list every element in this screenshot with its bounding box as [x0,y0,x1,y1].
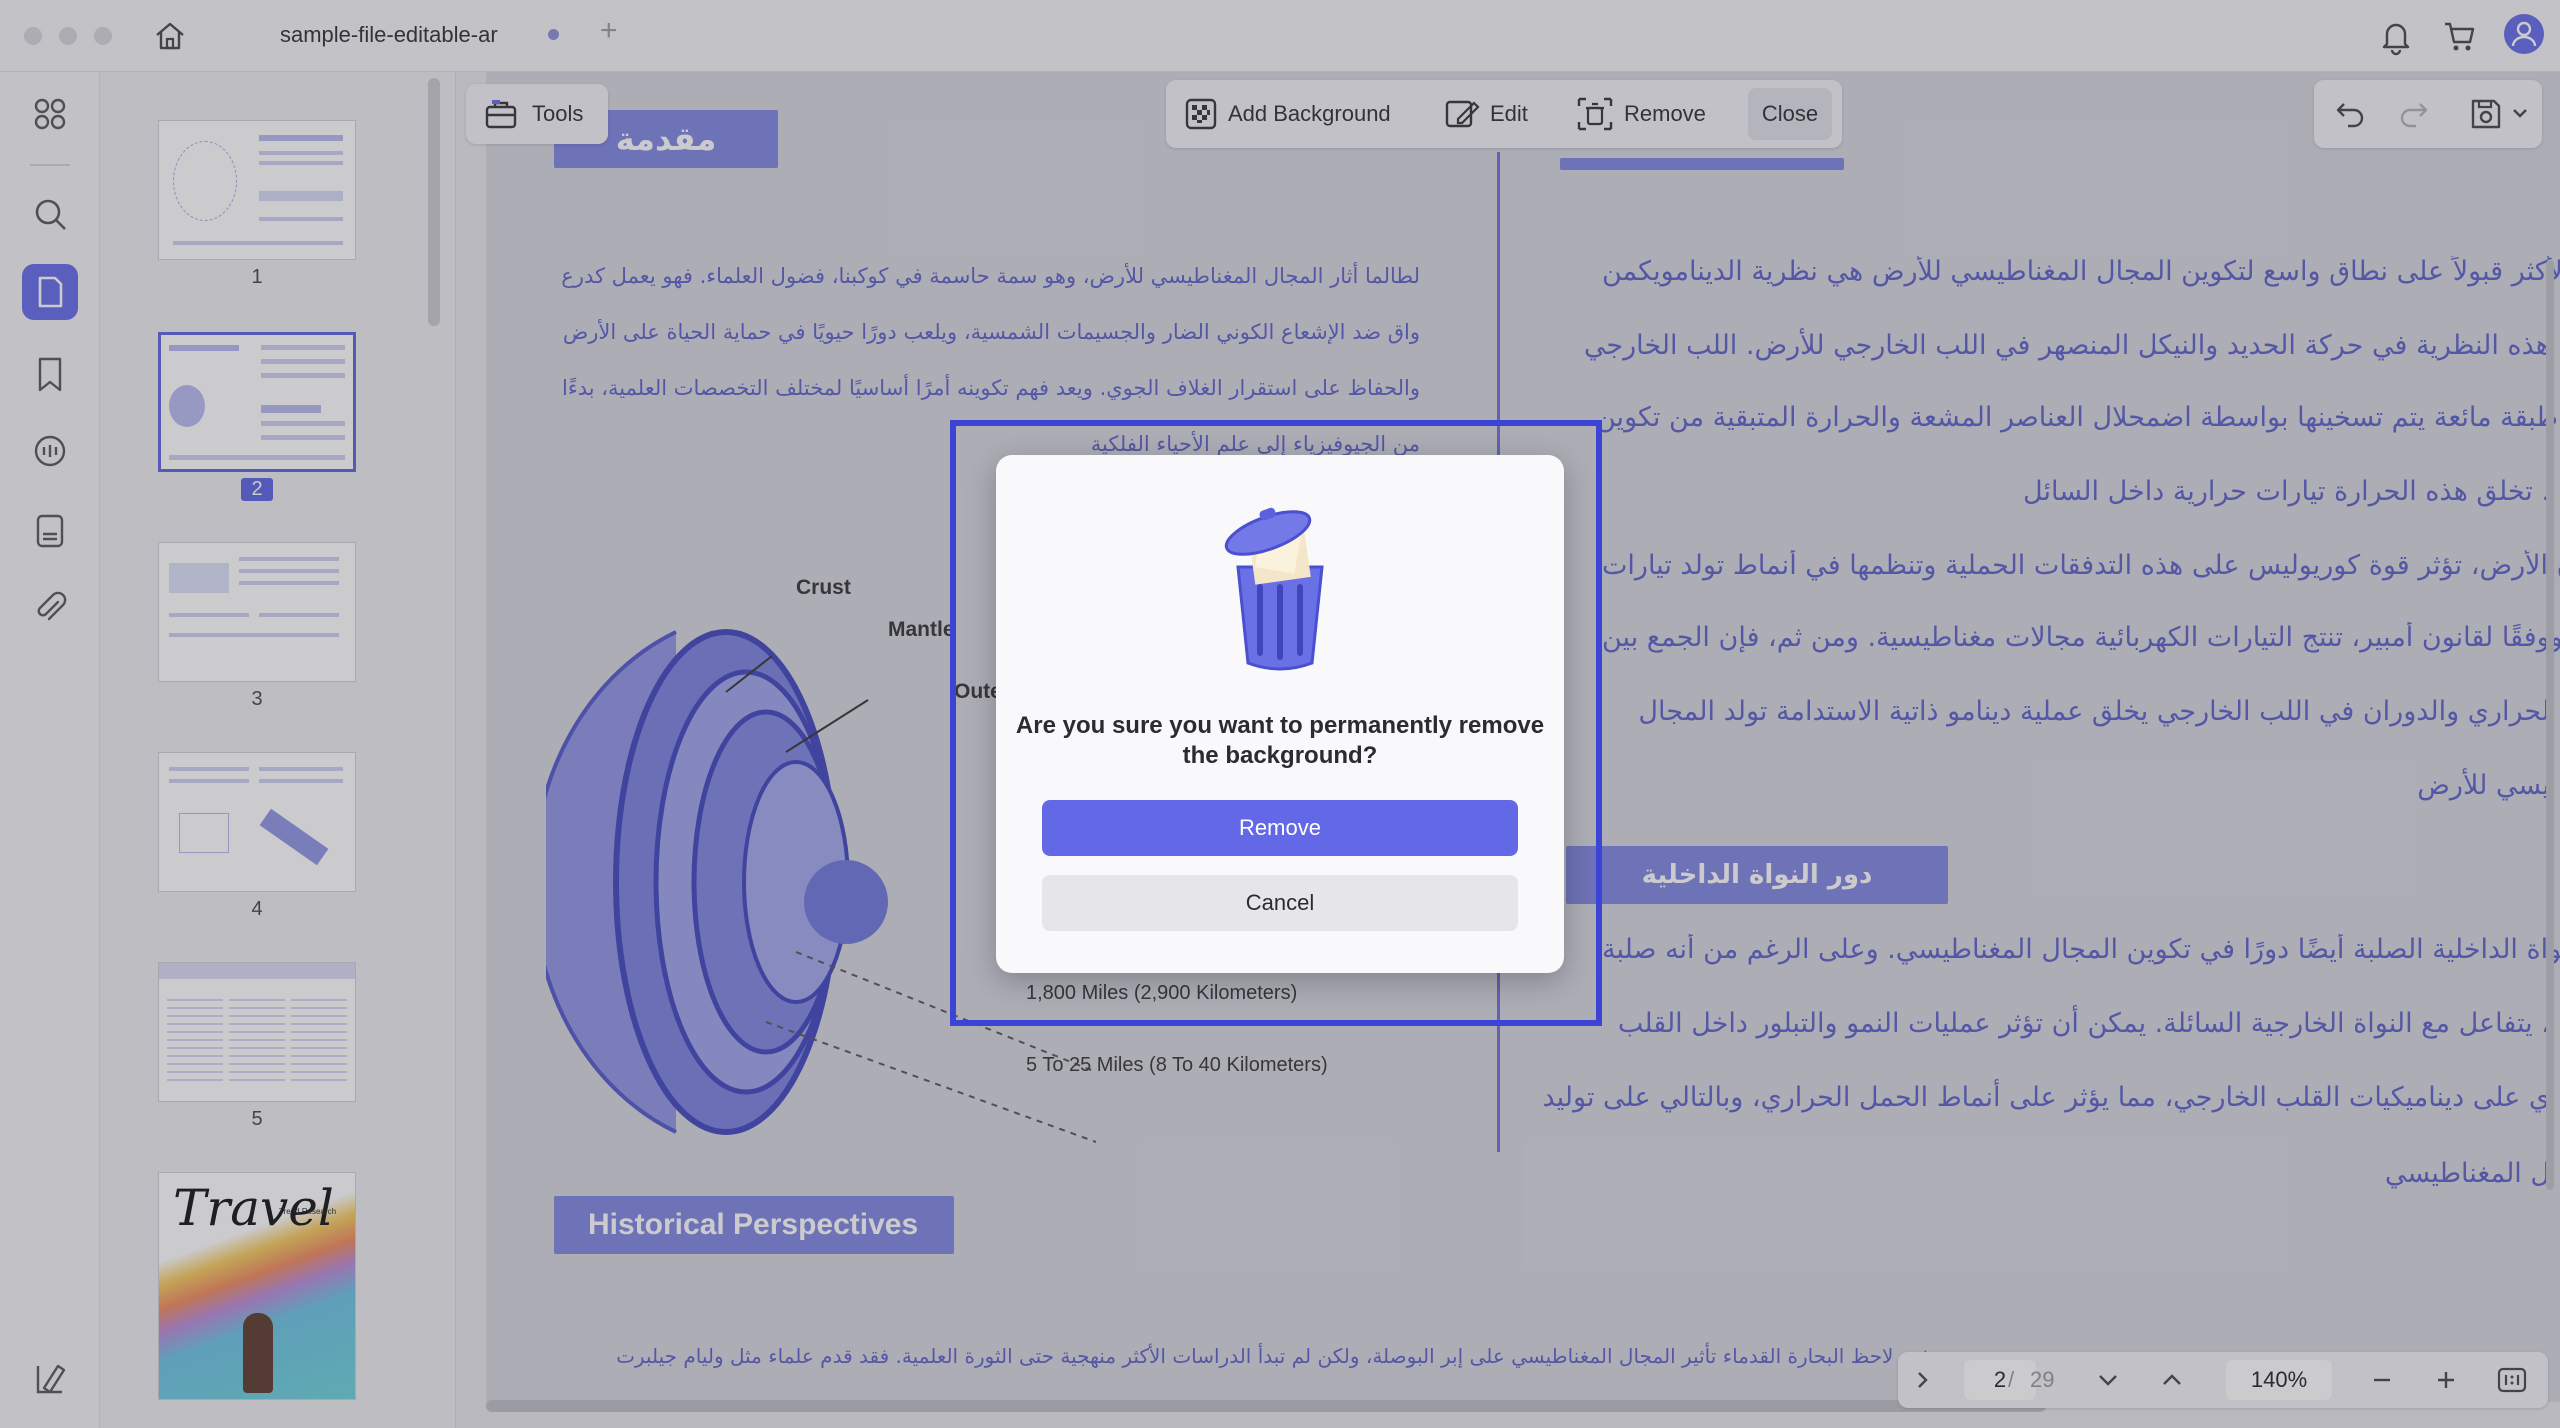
diagram-distance-label: 5 To 25 Miles (8 To 40 Kilometers) [1026,1054,1328,1076]
add-background-button[interactable]: Add Background [1184,80,1391,148]
thumbnail-label: 4 [251,898,263,920]
remove-background-button[interactable]: Remove [1576,80,1706,148]
checkerboard-icon [1185,98,1217,130]
page-thumbnail-icon [38,276,63,308]
thumbnail-label: 5 [251,1108,263,1130]
undo-icon[interactable] [2334,98,2368,130]
home-icon[interactable] [152,18,188,54]
paragraph-line: واق ضد الإشعاع الكوني الضار والجسيمات ال… [562,320,1420,344]
paragraph-line: ل المغناطيسي [2384,1158,2550,1189]
actual-size-icon[interactable] [2496,1364,2528,1396]
redo-icon[interactable] [2396,98,2430,130]
zoom-level[interactable]: 140% [2226,1360,2332,1400]
page-separator: / [2008,1367,2015,1392]
page-thumbnail-6[interactable]: Travel Trend Research [158,1172,356,1400]
search-icon[interactable] [28,192,72,236]
page-thumbnail-2[interactable] [158,332,356,472]
remove-background-icon [1577,97,1613,131]
dialog-message: Are you sure you want to permanently rem… [1015,712,1545,769]
remove-background-dialog: Are you sure you want to permanently rem… [996,455,1564,973]
minimize-window-button[interactable] [59,27,77,45]
zoom-out-icon[interactable] [2368,1366,2396,1394]
toolbox-icon [485,100,517,129]
attachment-list-icon[interactable] [28,508,72,552]
paragraph-line: ، يتفاعل مع النواة الخارجية السائلة. يمك… [1617,1008,2550,1039]
edit-background-button[interactable]: Edit [1444,80,1528,148]
paragraph-line: فقد لاحظ البحارة القدماء تأثير المجال ال… [616,1344,1930,1368]
background-toolbar: Add Background Edit Remove Close [1166,80,1842,148]
unsaved-dot-icon [548,29,559,40]
trash-can-icon [1224,507,1324,671]
pages-panel-button[interactable] [22,264,78,320]
zoom-in-icon[interactable] [2432,1366,2460,1394]
thumbnail-label: 3 [251,688,263,710]
thumbnail-label-selected: 2 [241,478,273,501]
page-thumbnail-5[interactable] [158,962,356,1102]
left-tool-rail [0,72,100,1428]
next-page-icon[interactable] [2094,1366,2122,1394]
paragraph-line: عن طبقة مائعة يتم تسخينها بواسطة اضمحلال… [1596,402,2556,433]
paragraph-line: . تخلق هذه الحرارة تيارات حرارية داخل ال… [2023,476,2550,507]
chevron-right-icon[interactable] [1908,1366,1936,1394]
paragraph-line: الأكثر قبولاً على نطاق واسع لتكوين المجا… [1602,256,2560,287]
tools-label: Tools [532,101,584,126]
travel-cover-subtitle: Trend Research [279,1207,337,1216]
notification-bell-icon[interactable] [2378,16,2414,56]
user-icon [2511,21,2537,47]
grid-view-icon[interactable] [28,92,72,136]
title-bar: sample-file-editable-ar + [0,0,2560,72]
paperclip-icon[interactable] [28,586,72,630]
paragraph-line: ي على ديناميكيات القلب الخارجي، مما يؤثر… [1542,1082,2550,1113]
tools-button[interactable]: Tools [466,84,608,144]
previous-page-icon[interactable] [2158,1366,2186,1394]
user-avatar[interactable] [2504,14,2544,54]
paragraph-line: يسي للأرض [2417,770,2550,801]
heading-bar-right [1560,158,1844,170]
sidebar-toggle-icon[interactable] [28,1356,72,1400]
total-pages: 29 [2030,1367,2055,1392]
paragraph-line: النواة الداخلية الصلبة أيضًا دورًا في تك… [1602,934,2560,965]
section-heading-history: Historical Perspectives [554,1196,954,1254]
section-heading-inner-core: دور النواة الداخلية [1566,846,1948,904]
paragraph-line: هذه النظرية في حركة الحديد والنيكل المنص… [1583,330,2550,361]
comment-icon[interactable] [28,430,72,474]
page-thumbnail-1[interactable] [158,120,356,260]
paragraph-line: لحراري والدوران في اللب الخارجي يخلق عمل… [1638,696,2550,727]
page-thumbnail-3[interactable] [158,542,356,682]
confirm-remove-button[interactable]: Remove [1042,800,1518,856]
paragraph-line: لطالما أثار المجال المغناطيسي للأرض، وهو… [561,264,1420,288]
chevron-down-icon[interactable] [2512,108,2528,120]
remove-label: Remove [1624,101,1706,126]
document-vertical-scrollbar[interactable] [2546,260,2554,1190]
diagram-label-crust: Crust [796,576,851,599]
thumbnail-label: 1 [251,266,263,288]
paragraph-line: والحفاظ على استقرار الغلاف الجوي. ويعد ف… [562,376,1420,400]
page-thumbnail-4[interactable] [158,752,356,892]
thumbnail-panel: 1 2 3 4 5 Travel Trend Research [100,72,456,1428]
thumbnail-scrollbar[interactable] [428,78,440,326]
edit-background-icon [1445,100,1480,128]
page-navigation-bar: 2 / 29 140% [1898,1352,2548,1408]
diagram-label-mantle: Mantle [888,618,955,641]
rail-divider [30,164,70,166]
document-tab-title[interactable]: sample-file-editable-ar [280,22,498,48]
bookmark-icon[interactable] [28,352,72,396]
close-toolbar-button[interactable]: Close [1748,88,1832,140]
close-window-button[interactable] [24,27,42,45]
edit-label: Edit [1490,101,1528,126]
current-page-input[interactable]: 2 [1964,1360,2036,1400]
cart-icon[interactable] [2442,18,2478,54]
new-tab-button[interactable]: + [600,14,618,48]
cancel-button[interactable]: Cancel [1042,875,1518,931]
paragraph-line: ة. ووفقًا لقانون أمبير، تنتج التيارات ال… [1602,622,2560,653]
kayaker-figure [243,1313,273,1393]
document-horizontal-scrollbar[interactable] [486,1400,2046,1412]
paragraph-line: ران الأرض، تؤثر قوة كوريوليس على هذه الت… [1602,550,2560,581]
history-toolbar [2314,80,2542,148]
save-icon[interactable] [2468,96,2504,132]
add-background-label: Add Background [1228,101,1391,126]
zoom-window-button[interactable] [94,27,112,45]
